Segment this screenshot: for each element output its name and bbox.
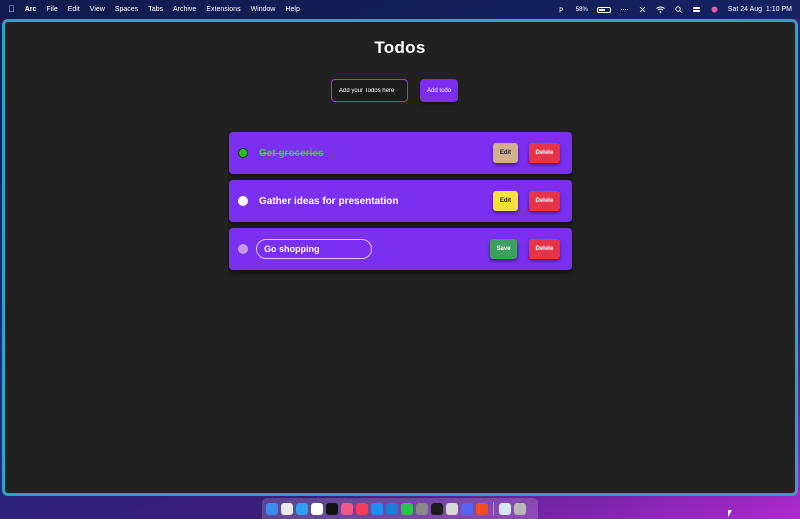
text-input-icon[interactable]: P [558, 6, 567, 14]
menu-extensions[interactable]: Extensions [206, 6, 240, 13]
todo-text: Get groceries [259, 147, 324, 159]
delete-button[interactable]: Delete [529, 143, 560, 163]
menu-window[interactable]: Window [251, 6, 276, 13]
page-title: Todos [374, 38, 426, 57]
app-store-icon[interactable] [371, 502, 383, 515]
menu-view[interactable]: View [90, 6, 105, 13]
apple-menu-icon[interactable]:  [8, 5, 15, 14]
todo-item-get-groceries: Get groceries Edit Delete [229, 132, 572, 174]
arc-icon[interactable] [341, 502, 353, 515]
mouse-cursor [728, 510, 732, 517]
menu-app-name[interactable]: Arc [25, 6, 37, 13]
whatsapp-icon[interactable] [401, 502, 413, 515]
add-todo-form: Add todo [331, 79, 458, 102]
menu-edit[interactable]: Edit [68, 6, 80, 13]
search-icon[interactable] [674, 6, 683, 13]
safari-icon[interactable] [296, 502, 308, 515]
trash-icon[interactable] [514, 502, 526, 515]
svg-text:P: P [559, 7, 563, 14]
music-icon[interactable] [356, 502, 368, 515]
todo-item-go-shopping: Save Delete [229, 228, 572, 270]
siri-icon[interactable] [710, 6, 719, 13]
edit-button[interactable]: Edit [493, 143, 518, 163]
todo-checkbox[interactable] [238, 148, 248, 158]
menu-tabs[interactable]: Tabs [148, 6, 163, 13]
save-button[interactable]: Save [490, 239, 517, 259]
stage-manager-icon[interactable] [638, 6, 647, 13]
todo-edit-field[interactable] [256, 239, 372, 259]
menu-help[interactable]: Help [285, 6, 299, 13]
notion-icon[interactable] [311, 502, 323, 515]
menu-archive[interactable]: Archive [173, 6, 196, 13]
apple-tv-icon[interactable] [326, 502, 338, 515]
todo-input[interactable] [331, 79, 408, 102]
menu-bar:  Arc File Edit View Spaces Tabs Archive… [0, 0, 800, 19]
dock-separator [493, 502, 494, 515]
terminal-icon[interactable] [431, 502, 443, 515]
status-area: P 58% Sat 24 Aug 1:10 PM [558, 6, 792, 13]
todo-text: Gather ideas for presentation [259, 195, 399, 207]
edit-button[interactable]: Edit [493, 191, 518, 211]
add-todo-button[interactable]: Add todo [420, 79, 458, 102]
wifi-icon[interactable] [656, 6, 665, 13]
todo-item-gather-ideas: Gather ideas for presentation Edit Delet… [229, 180, 572, 222]
preview-icon[interactable] [446, 502, 458, 515]
discord-icon[interactable] [461, 502, 473, 515]
menu-spaces[interactable]: Spaces [115, 6, 138, 13]
vscode-icon[interactable] [386, 502, 398, 515]
todo-list: Get groceries Edit Delete Gather ideas f… [229, 132, 572, 276]
battery-percent: 58% [575, 6, 588, 13]
battery-icon[interactable] [596, 6, 611, 13]
todo-checkbox[interactable] [238, 244, 248, 254]
settings-icon[interactable] [416, 502, 428, 515]
figma-icon[interactable] [476, 502, 488, 515]
bluetooth-icon[interactable] [620, 6, 629, 13]
control-center-icon[interactable] [692, 6, 701, 13]
delete-button[interactable]: Delete [529, 239, 560, 259]
downloads-icon[interactable] [499, 502, 511, 515]
finder-icon[interactable] [266, 502, 278, 515]
launchpad-icon[interactable] [281, 502, 293, 515]
browser-window: Todos Add todo Get groceries Edit Delete… [2, 19, 798, 496]
todo-checkbox[interactable] [238, 196, 248, 206]
delete-button[interactable]: Delete [529, 191, 560, 211]
menu-file[interactable]: File [46, 6, 57, 13]
menubar-clock[interactable]: Sat 24 Aug 1:10 PM [728, 6, 792, 13]
dock [262, 498, 538, 519]
